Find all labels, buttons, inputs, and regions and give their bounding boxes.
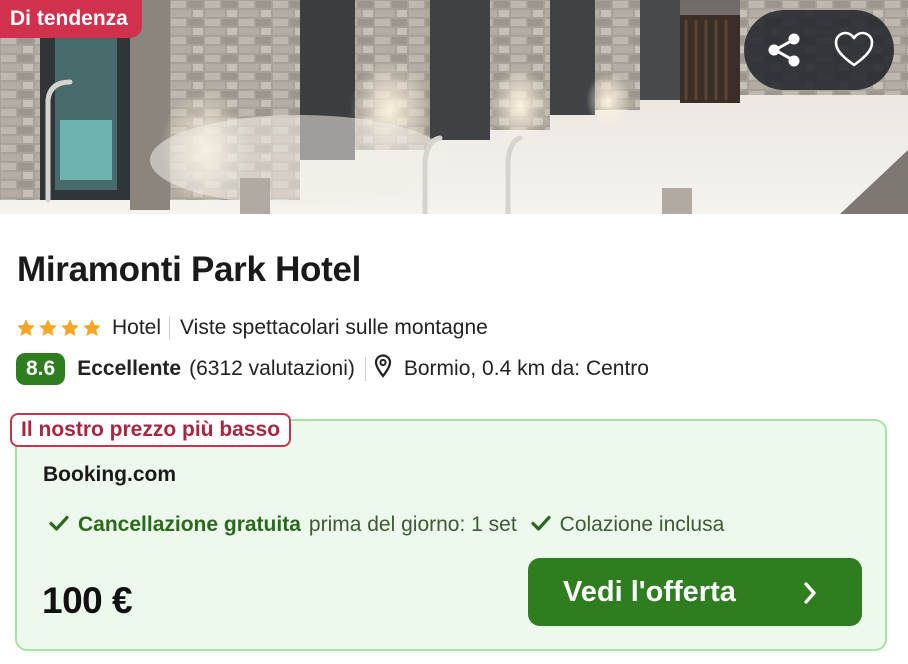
chevron-right-icon <box>802 580 818 613</box>
hotel-name[interactable]: Miramonti Park Hotel <box>17 250 361 290</box>
offer-features: Cancellazione gratuita prima del giorno:… <box>49 511 724 539</box>
favorite-button[interactable] <box>832 28 876 72</box>
rating-label[interactable]: Eccellente <box>77 357 181 381</box>
divider <box>169 316 171 340</box>
lowest-price-badge: Il nostro prezzo più basso <box>10 413 292 447</box>
hotel-location[interactable]: Bormio, 0.4 km da: Centro <box>404 357 649 381</box>
star-icon <box>39 319 57 336</box>
share-icon <box>768 33 800 67</box>
photo-actions <box>744 10 894 90</box>
check-icon <box>49 513 69 537</box>
free-cancellation-label: Cancellazione gratuita <box>78 513 301 536</box>
cancellation-deadline: prima del giorno: 1 set <box>308 513 517 536</box>
hotel-tagline: Viste spettacolari sulle montagne <box>180 316 488 339</box>
heart-outline-icon <box>834 31 874 67</box>
divider <box>364 357 366 381</box>
star-icon <box>83 319 101 336</box>
trending-badge: Di tendenza <box>0 0 142 38</box>
rating-location-row: 8.6 Eccellente (6312 valutazioni) Bormio… <box>16 353 649 385</box>
review-count[interactable]: (6312 valutazioni) <box>189 357 355 381</box>
view-offer-label: Vedi l'offerta <box>563 575 736 608</box>
breakfast-included-label: Colazione inclusa <box>559 513 725 536</box>
location-pin-icon <box>374 354 392 384</box>
offer-price: 100 € <box>42 580 133 621</box>
star-rating <box>16 318 102 338</box>
accommodation-type: Hotel <box>112 316 162 339</box>
rating-score-badge[interactable]: 8.6 <box>16 353 66 385</box>
check-icon <box>531 513 551 537</box>
star-icon <box>17 319 35 336</box>
view-offer-button[interactable]: Vedi l'offerta <box>528 558 862 626</box>
hotel-info-row: Hotel Viste spettacolari sulle montagne <box>16 314 488 342</box>
share-button[interactable] <box>762 28 806 72</box>
offer-provider: Booking.com <box>43 463 177 486</box>
star-icon <box>61 319 79 336</box>
